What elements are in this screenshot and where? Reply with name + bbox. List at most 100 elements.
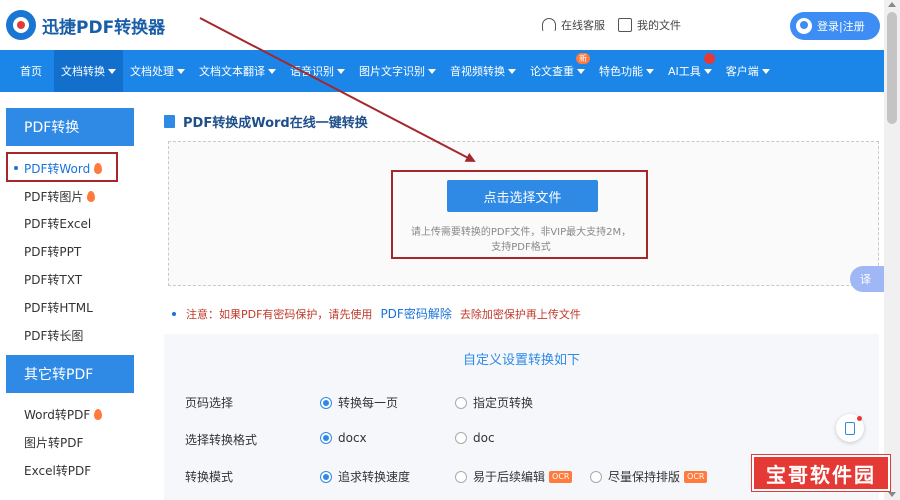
radio-selected-icon xyxy=(320,432,332,444)
password-notice: 注意：如果PDF有密码保护，请先使用 PDF密码解除 去除加密保护再上传文件 xyxy=(172,305,581,322)
sidebar-item-pdf-to-html[interactable]: PDF转HTML xyxy=(24,299,93,316)
scroll-down-icon[interactable] xyxy=(888,492,896,497)
radio-label: 指定页转换 xyxy=(473,396,534,410)
ocr-badge: OCR xyxy=(549,470,573,483)
logo[interactable]: 迅捷PDF转换器 xyxy=(6,10,165,40)
new-badge: 新 xyxy=(576,53,590,64)
radio-mode-keep-layout[interactable]: 尽量保持排版 OCR xyxy=(590,468,708,485)
sidebar-item-pdf-to-txt[interactable]: PDF转TXT xyxy=(24,271,82,288)
login-register-label: 登录|注册 xyxy=(817,20,865,33)
sidebar-item-pdf-to-long-image[interactable]: PDF转长图 xyxy=(24,327,83,344)
radio-label: doc xyxy=(473,431,495,445)
sidebar-item-pdf-to-ppt[interactable]: PDF转PPT xyxy=(24,243,81,260)
top-header: 迅捷PDF转换器 在线客服 我的文件 登录|注册 xyxy=(0,0,884,50)
nav-item-ai-tools[interactable]: AI工具 xyxy=(661,50,719,92)
radio-selected-icon xyxy=(320,470,332,483)
translate-button[interactable]: 译 xyxy=(850,266,884,292)
radio-selected-icon xyxy=(320,396,332,409)
nav-item-image-ocr[interactable]: 图片文字识别 xyxy=(352,50,443,92)
my-files-label: 我的文件 xyxy=(637,19,681,32)
sidebar-item-label: PDF转HTML xyxy=(24,301,93,315)
nav-item-label: 图片文字识别 xyxy=(359,65,425,78)
nav-item-doc-convert[interactable]: 文档转换 xyxy=(54,50,123,92)
format-selection-label: 选择转换格式 xyxy=(185,433,258,447)
sidebar-item-label: PDF转PPT xyxy=(24,245,82,259)
translate-label: 译 xyxy=(860,273,871,286)
nav-item-label: 文档文本翻译 xyxy=(199,65,265,78)
nav-item-doc-translate[interactable]: 文档文本翻译 xyxy=(192,50,283,92)
nav-item-label: 特色功能 xyxy=(599,65,643,78)
sidebar-item-image-to-pdf[interactable]: 图片转PDF xyxy=(24,434,83,451)
flame-icon xyxy=(87,191,96,202)
nav-item-features[interactable]: 特色功能 xyxy=(592,50,661,92)
sidebar-item-pdf-to-image[interactable]: PDF转图片 xyxy=(24,188,96,205)
page-title-text: PDF转换成Word在线一键转换 xyxy=(183,116,368,131)
sidebar-item-label: PDF转图片 xyxy=(24,190,84,204)
notice-prefix: 注意：如果PDF有密码保护，请先使用 xyxy=(186,307,373,321)
chevron-down-icon xyxy=(268,68,276,74)
annotation-highlight-box xyxy=(6,152,118,182)
sidebar-section-pdf-convert: PDF转换 xyxy=(6,108,134,146)
chevron-down-icon xyxy=(703,68,712,74)
floating-feedback-button[interactable] xyxy=(836,414,864,442)
sidebar-item-label: PDF转Excel xyxy=(24,217,92,231)
chevron-down-icon xyxy=(761,68,770,74)
radio-label: 追求转换速度 xyxy=(338,470,411,484)
logo-icon xyxy=(6,10,36,40)
nav-item-label: 语音识别 xyxy=(290,65,334,78)
nav-item-label: 音视频转换 xyxy=(450,65,505,78)
ocr-badge: OCR xyxy=(684,470,708,483)
sidebar-section-title: 其它转PDF xyxy=(24,367,94,383)
nav-item-label: AI工具 xyxy=(668,65,701,78)
flame-icon xyxy=(94,409,103,420)
chevron-down-icon xyxy=(508,68,516,74)
radio-format-doc[interactable]: doc xyxy=(455,431,495,445)
radio-label: 易于后续编辑 xyxy=(473,470,546,484)
radio-convert-every-page[interactable]: 转换每一页 xyxy=(320,394,398,411)
sidebar-item-label: PDF转TXT xyxy=(24,273,83,287)
radio-label: docx xyxy=(338,431,367,445)
sidebar-item-label: Excel转PDF xyxy=(24,464,92,478)
hot-badge-icon xyxy=(703,53,715,64)
notification-dot-icon xyxy=(857,416,862,421)
nav-item-label: 论文查重 xyxy=(530,65,574,78)
chevron-down-icon xyxy=(337,68,345,74)
document-icon xyxy=(164,115,175,128)
sidebar-item-pdf-to-excel[interactable]: PDF转Excel xyxy=(24,215,91,232)
sidebar-section-title: PDF转换 xyxy=(24,120,80,136)
page-selection-label: 页码选择 xyxy=(185,396,234,410)
sidebar-item-label: PDF转长图 xyxy=(24,329,84,343)
sidebar-item-excel-to-pdf[interactable]: Excel转PDF xyxy=(24,462,91,479)
page-scrollbar[interactable] xyxy=(884,0,900,500)
page-title: PDF转换成Word在线一键转换 xyxy=(164,112,368,131)
nav-item-home[interactable]: 首页 xyxy=(0,50,54,92)
nav-item-speech[interactable]: 语音识别 xyxy=(283,50,352,92)
sidebar-item-word-to-pdf[interactable]: Word转PDF xyxy=(24,406,103,423)
radio-specific-pages[interactable]: 指定页转换 xyxy=(455,394,533,411)
nav-item-client[interactable]: 客户端 xyxy=(719,50,777,92)
radio-mode-speed[interactable]: 追求转换速度 xyxy=(320,468,410,485)
radio-mode-editable[interactable]: 易于后续编辑 OCR xyxy=(455,468,573,485)
scroll-up-icon[interactable] xyxy=(888,2,896,7)
nav-item-paper-check[interactable]: 论文查重 新 xyxy=(523,50,592,92)
nav-item-label: 文档处理 xyxy=(130,65,174,78)
nav-item-label: 客户端 xyxy=(725,65,759,78)
scroll-thumb[interactable] xyxy=(887,12,897,124)
nav-item-label: 首页 xyxy=(20,65,42,78)
nav-item-av-convert[interactable]: 音视频转换 xyxy=(443,50,523,92)
chevron-down-icon xyxy=(108,68,116,74)
nav-item-doc-process[interactable]: 文档处理 xyxy=(123,50,192,92)
annotation-highlight-box xyxy=(391,170,648,259)
radio-format-docx[interactable]: docx xyxy=(320,431,367,445)
nav-item-label: 文档转换 xyxy=(61,65,105,78)
login-register-button[interactable]: 登录|注册 xyxy=(790,12,880,40)
my-files-link[interactable]: 我的文件 xyxy=(618,17,681,33)
sidebar-section-other-to-pdf: 其它转PDF xyxy=(6,355,134,393)
radio-unselected-icon xyxy=(455,432,467,444)
pdf-unlock-link[interactable]: PDF密码解除 xyxy=(380,305,451,322)
main-nav: 首页 文档转换 文档处理 文档文本翻译 语音识别 图片文字识别 音视频转换 论文… xyxy=(0,50,884,92)
online-support-label: 在线客服 xyxy=(561,19,605,32)
chevron-down-icon xyxy=(646,68,654,74)
online-support-link[interactable]: 在线客服 xyxy=(542,17,605,33)
conversion-mode-label: 转换模式 xyxy=(185,470,234,484)
